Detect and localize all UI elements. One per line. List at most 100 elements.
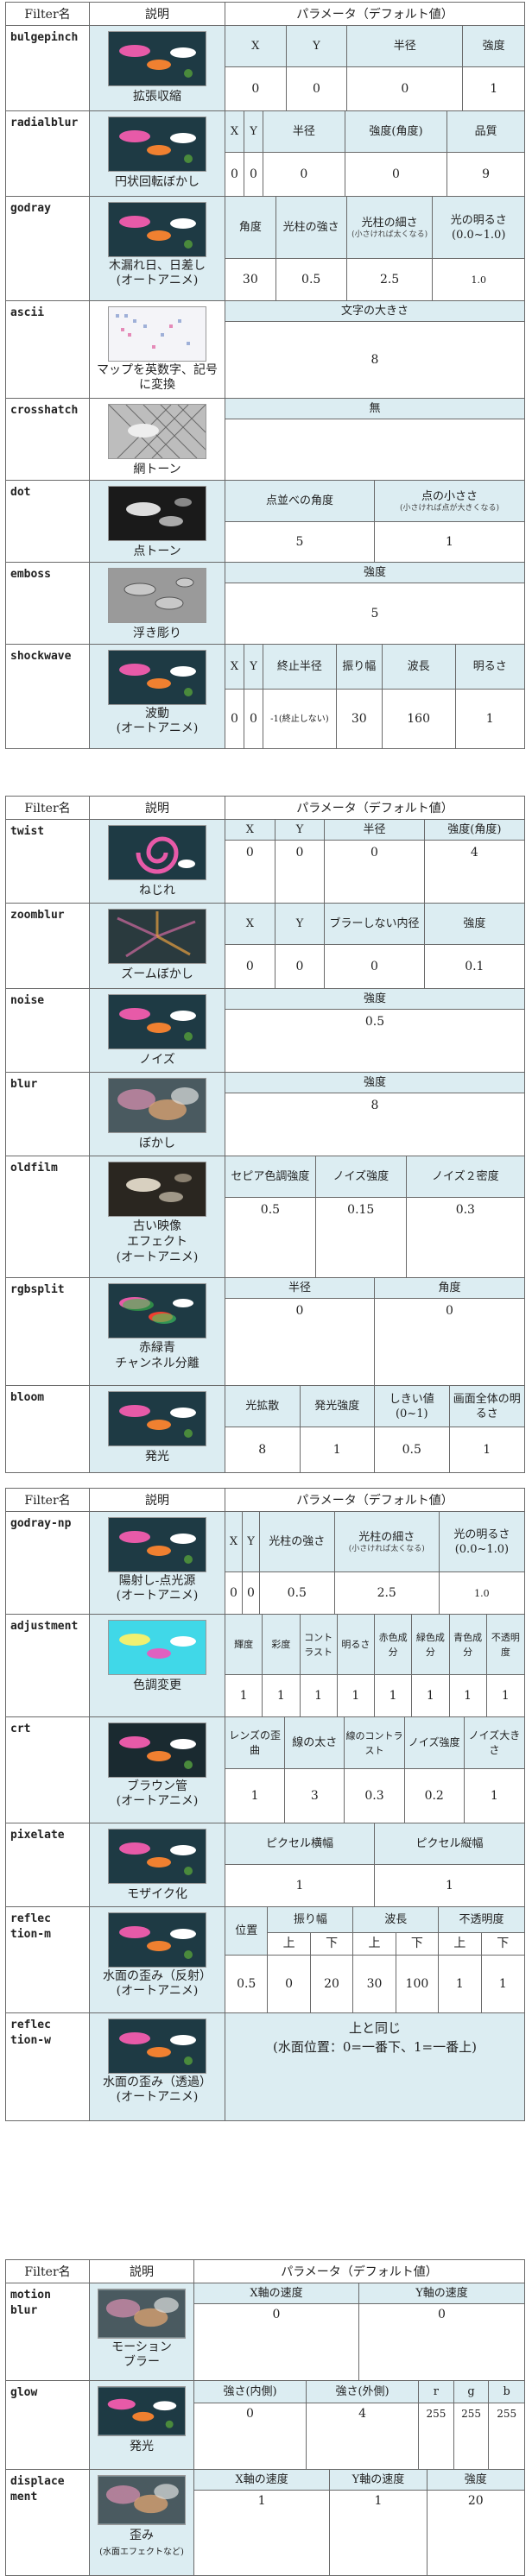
- param-value: 0: [225, 945, 276, 988]
- koi-thumbnail: [108, 1912, 206, 1968]
- param-value: 1.0: [439, 1572, 524, 1614]
- filter-desc: 水面の歪み（透過） (オートアニメ): [103, 2075, 212, 2104]
- param-value: 0: [325, 841, 425, 903]
- param-label: 半径: [263, 111, 345, 153]
- filter-row-displacement: displace ment 歪み (水面エフェクトなど) X軸の速度 Y軸の速度 …: [6, 2470, 524, 2575]
- param-value: 2.5: [346, 259, 434, 300]
- filter-row-shockwave: shockwave 波動 (オートアニメ) X Y 終止半径 振り幅 波長 明る…: [6, 645, 524, 748]
- param-value: 1: [449, 1427, 524, 1472]
- param-value: 160: [382, 690, 456, 748]
- param-sub-label: 下: [396, 1933, 440, 1956]
- filter-row-bloom: bloom 発光 光拡散 発光強度 しきい値(0~1) 画面全体の明るさ 8 1…: [6, 1386, 524, 1472]
- param-value: 255: [453, 2403, 490, 2469]
- filter-row-radialblur: radialblur 円状回転ぼかし X Y 半径 強度(角度) 品質 0 0 …: [6, 111, 524, 197]
- param-label-text: 光柱の細さ: [361, 216, 418, 230]
- param-label: 光拡散: [225, 1386, 301, 1427]
- param-value: 4: [424, 841, 524, 903]
- filter-desc: マップを英数字、記号に変換: [97, 363, 218, 392]
- param-value: 0: [268, 1956, 311, 2012]
- param-value: 255: [489, 2403, 524, 2469]
- param-value: [225, 419, 524, 480]
- filter-desc: 陽射し-点光源 (オートアニメ): [116, 1574, 199, 1603]
- param-value: 0.3: [406, 1198, 524, 1277]
- filter-desc: 波動 (オートアニメ): [116, 707, 199, 735]
- param-label: ブラーしない内径: [325, 904, 425, 945]
- filter-name: bulgepinch: [10, 31, 79, 44]
- param-label: 角度: [375, 1278, 524, 1299]
- param-label: しきい値(0~1): [375, 1386, 450, 1427]
- koi-thumbnail: [108, 1517, 206, 1572]
- param-value: 0: [225, 153, 244, 196]
- param-value: 1: [300, 1675, 338, 1716]
- filter-name: reflec tion-m: [10, 1912, 51, 1941]
- param-value: 0.3: [345, 1769, 405, 1823]
- param-label-with-note: 光柱の細さ (小さければ太くなる): [346, 197, 434, 259]
- param-value: 0: [225, 1572, 243, 1614]
- param-value: 0: [244, 153, 263, 196]
- param-value: 0: [225, 690, 244, 748]
- param-value: 1: [225, 1865, 375, 1906]
- param-label: 光柱の強さ: [276, 197, 347, 259]
- filter-name: glow: [10, 2386, 38, 2399]
- param-value: 1: [300, 1427, 375, 1472]
- param-value: -1(終止しない): [263, 690, 337, 748]
- param-label: ピクセル縦幅: [375, 1823, 524, 1865]
- param-value: 0: [375, 1299, 524, 1385]
- emboss-thumbnail: [108, 568, 206, 623]
- koi-thumbnail: [108, 2019, 206, 2074]
- param-value: 0.5: [375, 1427, 450, 1472]
- param-label: X軸の速度: [194, 2470, 331, 2491]
- param-value: 5: [225, 583, 524, 644]
- header-param: パラメータ（デフォルト値）: [225, 797, 524, 819]
- filter-row-rgbsplit: rgbsplit 赤緑青 チャンネル分離 半径 角度 0 0: [6, 1278, 524, 1386]
- param-label: b: [489, 2381, 524, 2403]
- filter-row-ascii: ascii マップを英数字、記号に変換 文字の大きさ 8: [6, 301, 524, 399]
- param-label: g: [453, 2381, 490, 2403]
- param-note: (水面位置：0=一番下、1=一番上): [273, 2039, 477, 2055]
- koi-thumbnail: [108, 1391, 206, 1446]
- param-label-text: 点の小ささ: [421, 489, 478, 503]
- filter-name: pixelate: [10, 1829, 65, 1842]
- param-label: 半径: [225, 1278, 375, 1299]
- filter-row-blur: blur ぼかし 強度 8: [6, 1073, 524, 1156]
- filter-name: oldfilm: [10, 1162, 58, 1175]
- filter-row-pixelate: pixelate モザイク化 ピクセル横幅 ピクセル縦幅 1 1: [6, 1823, 524, 1907]
- filter-row-noise: noise ノイズ 強度 0.5: [6, 989, 524, 1073]
- filter-desc: 拡張収縮: [133, 90, 181, 104]
- filter-row-oldfilm: oldfilm 古い映像 エフェクト (オートアニメ) セピア色調強度 ノイズ強…: [6, 1156, 524, 1278]
- param-value: 1: [194, 2491, 331, 2575]
- filter-row-twist: twist ねじれ X Y 半径 強度(角度) 0 0 0 4: [6, 820, 524, 904]
- dot-thumbnail: [108, 486, 206, 541]
- param-value: 8: [225, 322, 524, 398]
- param-label: レンズの歪曲: [225, 1717, 286, 1769]
- table-header: Filter名 説明 パラメータ（デフォルト値）: [6, 3, 524, 26]
- param-label: 強度(角度): [345, 111, 448, 153]
- filter-name: radialblur: [10, 117, 79, 129]
- koi-thumbnail: [108, 1829, 206, 1884]
- param-value: 0: [194, 2403, 307, 2469]
- param-label: 文字の大きさ: [225, 301, 524, 322]
- param-value: 1.0: [433, 259, 524, 300]
- param-sub-label: 上: [353, 1933, 396, 1956]
- param-label: X: [225, 820, 276, 841]
- koi-thumbnail: [108, 994, 206, 1049]
- filter-table-1: Filter名 説明 パラメータ（デフォルト値） bulgepinch 拡張収縮…: [5, 2, 525, 749]
- filter-desc: 浮き彫り: [133, 627, 181, 640]
- filter-desc: ズームぼかし: [121, 967, 193, 981]
- param-sub-label: 上: [268, 1933, 311, 1956]
- header-param: パラメータ（デフォルト値）: [225, 3, 524, 25]
- param-value: 0: [275, 841, 326, 903]
- param-label-with-note: 点の小ささ (小さければ点が大きくなる): [375, 481, 524, 522]
- koi-thumbnail: [108, 31, 206, 86]
- param-value: 0: [286, 67, 348, 110]
- filter-row-emboss: emboss 浮き彫り 強度 5: [6, 563, 524, 645]
- param-value: 100: [396, 1956, 440, 2012]
- param-label: 品質: [447, 111, 524, 153]
- zoomblur-thumbnail: [108, 909, 206, 964]
- param-value: 1: [449, 1675, 487, 1716]
- param-label: 強さ(内側): [194, 2381, 307, 2403]
- koi-thumbnail: [108, 650, 206, 705]
- param-sub-label: 上: [439, 1933, 482, 1956]
- param-group-label: 振り幅: [268, 1907, 354, 1933]
- crosshatch-thumbnail: [108, 404, 206, 459]
